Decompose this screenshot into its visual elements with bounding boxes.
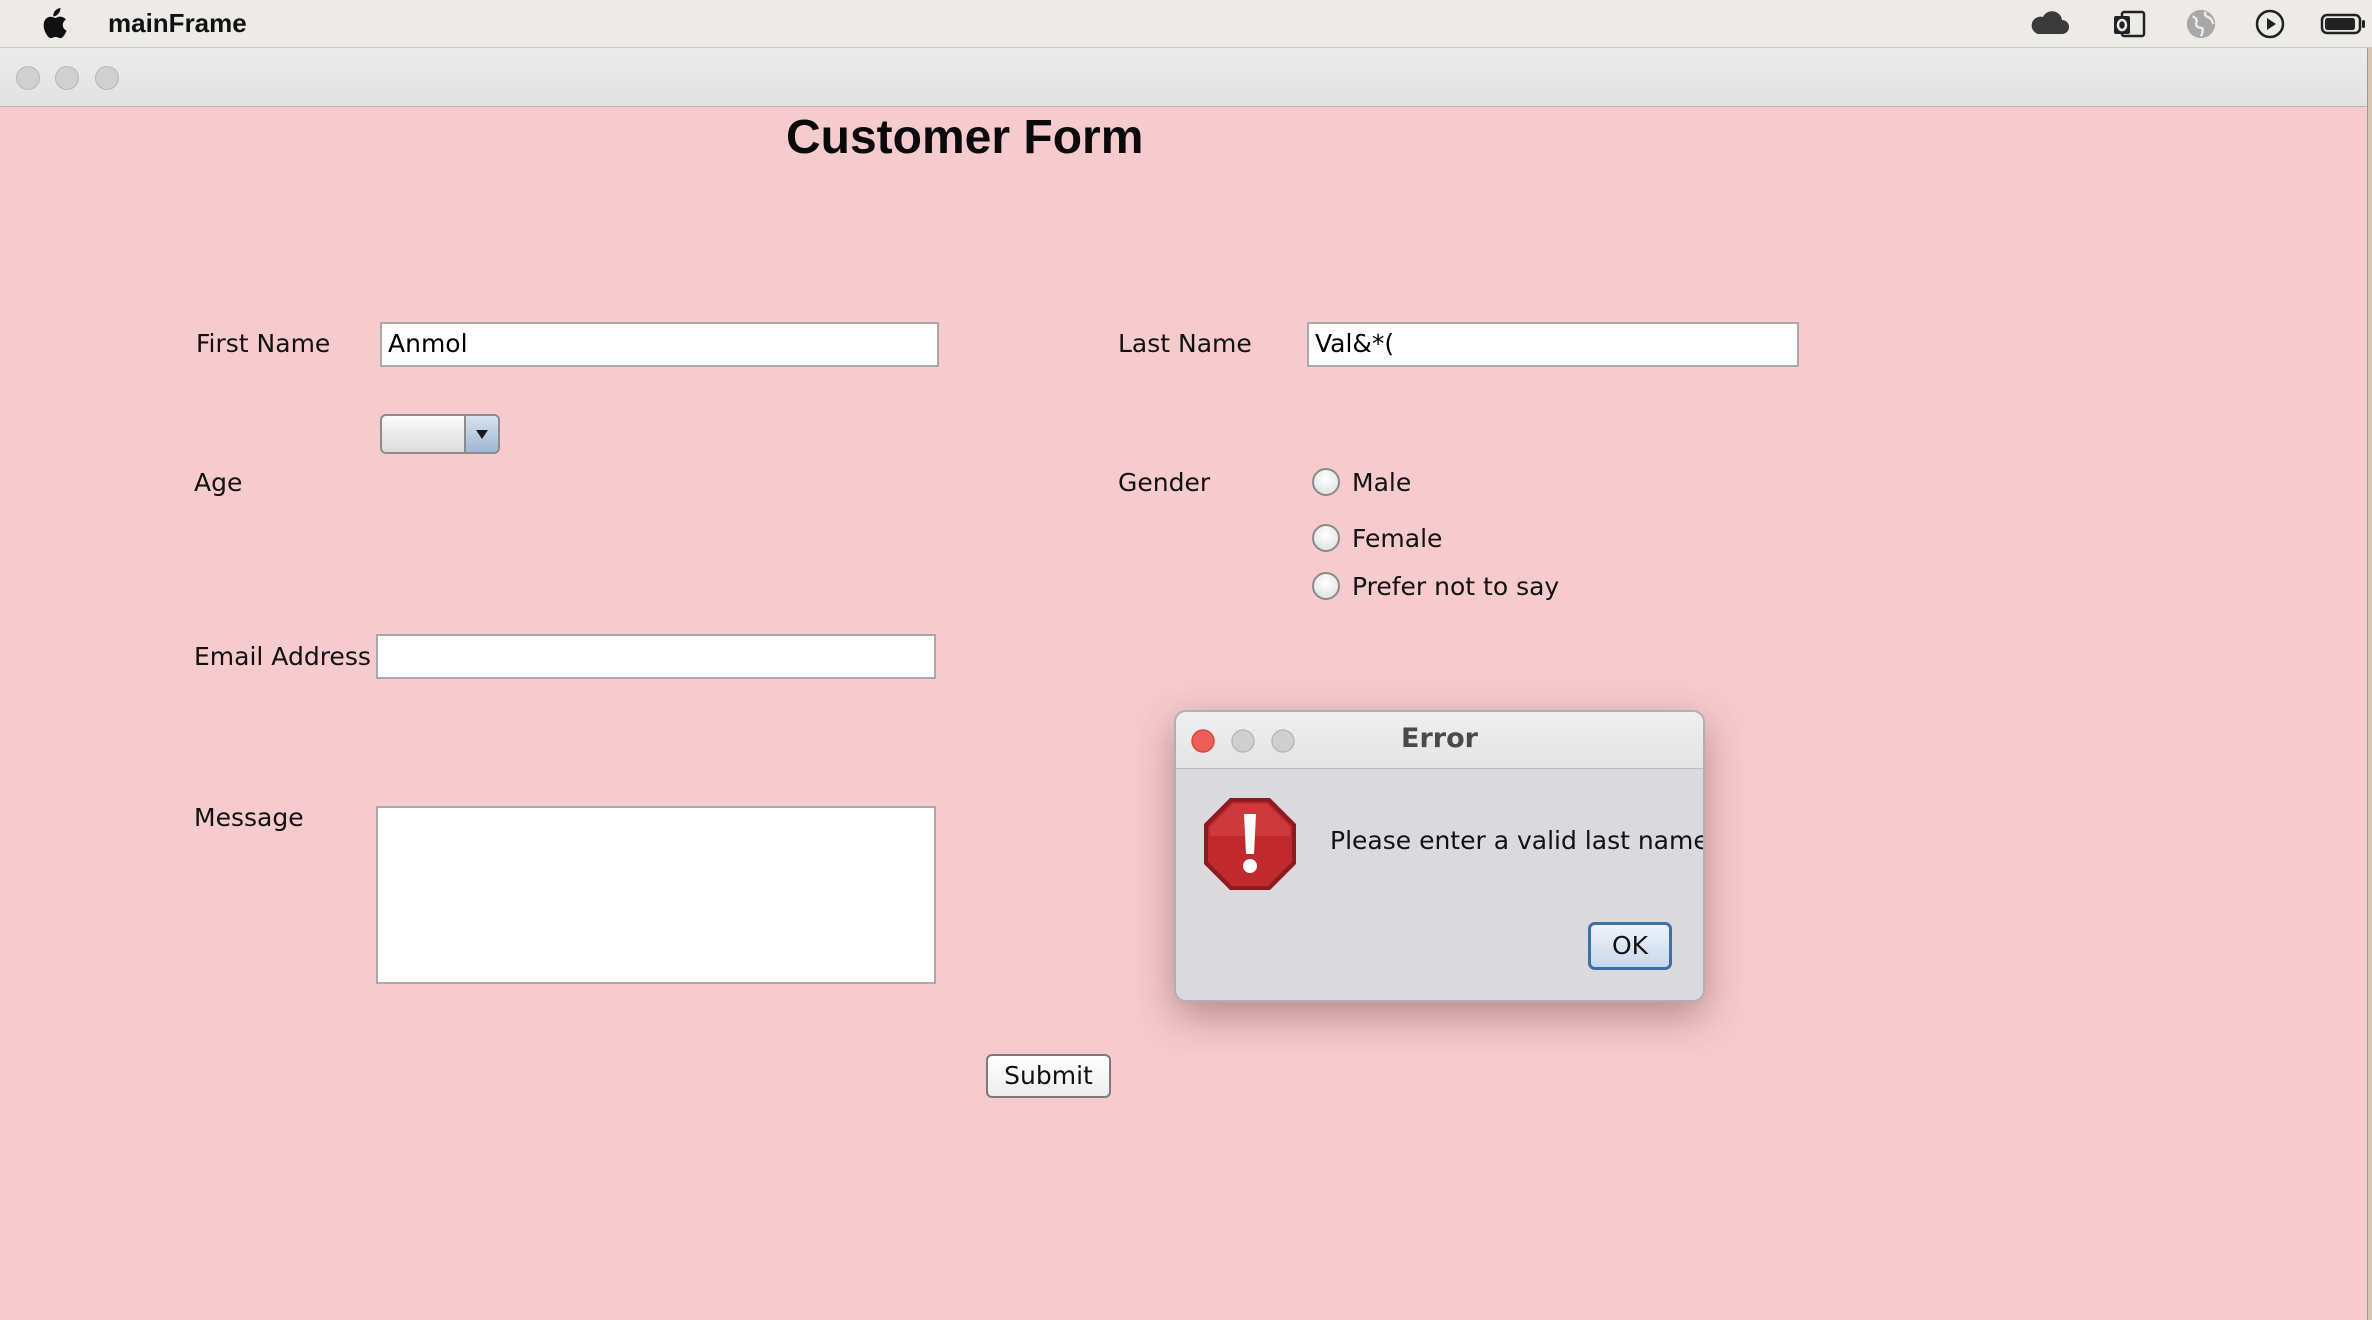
- form-title: Customer Form: [786, 111, 1144, 164]
- window-zoom-button[interactable]: [95, 66, 119, 90]
- apple-logo-icon[interactable]: [38, 8, 68, 40]
- dialog-title: Error: [1401, 723, 1478, 754]
- gender-radio-prefer-not-to-say[interactable]: [1312, 572, 1340, 600]
- battery-icon[interactable]: [2320, 8, 2368, 40]
- globe-icon[interactable]: [2184, 8, 2218, 40]
- error-dialog: Error Please enter a valid last name OK: [1174, 710, 1705, 1002]
- window-minimize-button[interactable]: [55, 66, 79, 90]
- gender-option-prefer-not-to-say[interactable]: Prefer not to say: [1352, 572, 1559, 602]
- main-window: [0, 48, 2368, 1320]
- ok-button[interactable]: OK: [1588, 922, 1672, 970]
- gender-radio-male[interactable]: [1312, 468, 1340, 496]
- message-label: Message: [194, 803, 304, 832]
- dialog-message: Please enter a valid last name: [1330, 826, 1705, 855]
- email-label: Email Address: [194, 642, 371, 671]
- gender-option-male[interactable]: Male: [1352, 468, 1411, 498]
- age-label: Age: [194, 468, 243, 497]
- outlook-icon[interactable]: [2112, 8, 2146, 40]
- app-name[interactable]: mainFrame: [108, 5, 247, 41]
- gender-label: Gender: [1118, 468, 1211, 497]
- last-name-field[interactable]: Val&*(: [1307, 322, 1799, 367]
- error-stop-icon: [1204, 798, 1296, 890]
- email-field[interactable]: [376, 634, 936, 679]
- gender-radio-female[interactable]: [1312, 524, 1340, 552]
- window-titlebar[interactable]: [0, 48, 2367, 107]
- dialog-titlebar[interactable]: Error: [1176, 712, 1703, 769]
- menu-bar: mainFrame: [0, 0, 2372, 47]
- play-circle-icon[interactable]: [2254, 8, 2286, 40]
- last-name-label: Last Name: [1118, 329, 1252, 358]
- chevron-down-icon[interactable]: [464, 416, 498, 452]
- window-close-button[interactable]: [16, 66, 40, 90]
- cloud-icon[interactable]: [2028, 8, 2070, 40]
- submit-button[interactable]: Submit: [986, 1054, 1111, 1098]
- age-dropdown[interactable]: [380, 414, 500, 454]
- first-name-label: First Name: [196, 329, 331, 358]
- message-textarea[interactable]: [376, 806, 936, 984]
- first-name-field[interactable]: Anmol: [380, 322, 939, 367]
- gender-option-female[interactable]: Female: [1352, 524, 1442, 554]
